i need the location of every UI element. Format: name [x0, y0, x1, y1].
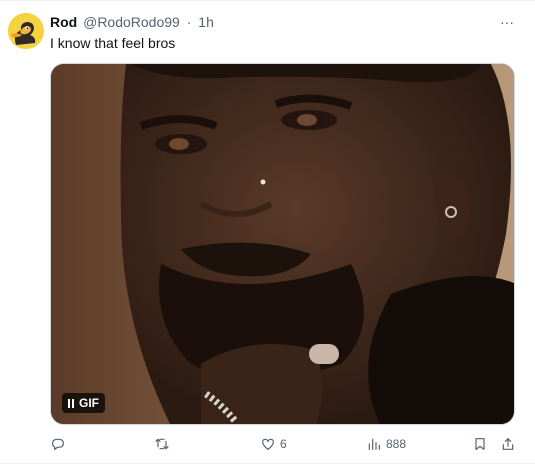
more-options-icon[interactable]: ··· — [497, 13, 517, 31]
author-name[interactable]: Rod — [50, 14, 77, 30]
retweet-button[interactable] — [154, 433, 174, 455]
timestamp[interactable]: 1h — [198, 14, 214, 30]
gif-image — [51, 64, 514, 424]
like-count: 6 — [280, 437, 287, 451]
reply-button[interactable] — [50, 433, 70, 455]
tweet-text: I know that feel bros — [50, 35, 176, 51]
tweet-header: Rod @RodoRodo99 · 1h ··· — [50, 13, 519, 31]
separator-dot: · — [186, 14, 192, 30]
retweet-icon — [155, 438, 169, 450]
share-icon — [502, 438, 514, 450]
tweet[interactable]: Rod @RodoRodo99 · 1h ··· I know that fee… — [0, 0, 535, 464]
pause-icon — [68, 398, 74, 408]
heart-icon — [262, 438, 274, 450]
author-handle[interactable]: @RodoRodo99 — [83, 14, 180, 30]
bookmark-button[interactable] — [472, 433, 488, 455]
views-button[interactable]: 888 — [366, 433, 406, 455]
share-button[interactable] — [500, 433, 516, 455]
duck-avatar-icon — [8, 13, 44, 49]
gif-badge[interactable]: GIF — [62, 393, 105, 413]
bookmark-icon — [475, 438, 485, 450]
gif-label: GIF — [79, 396, 99, 410]
avatar[interactable] — [8, 13, 44, 49]
reply-icon — [52, 438, 64, 450]
views-count: 888 — [386, 437, 407, 451]
like-button[interactable]: 6 — [260, 433, 287, 455]
views-icon — [368, 438, 380, 450]
gif-media[interactable]: GIF — [50, 63, 515, 425]
tweet-actions: 6 888 — [50, 433, 520, 455]
